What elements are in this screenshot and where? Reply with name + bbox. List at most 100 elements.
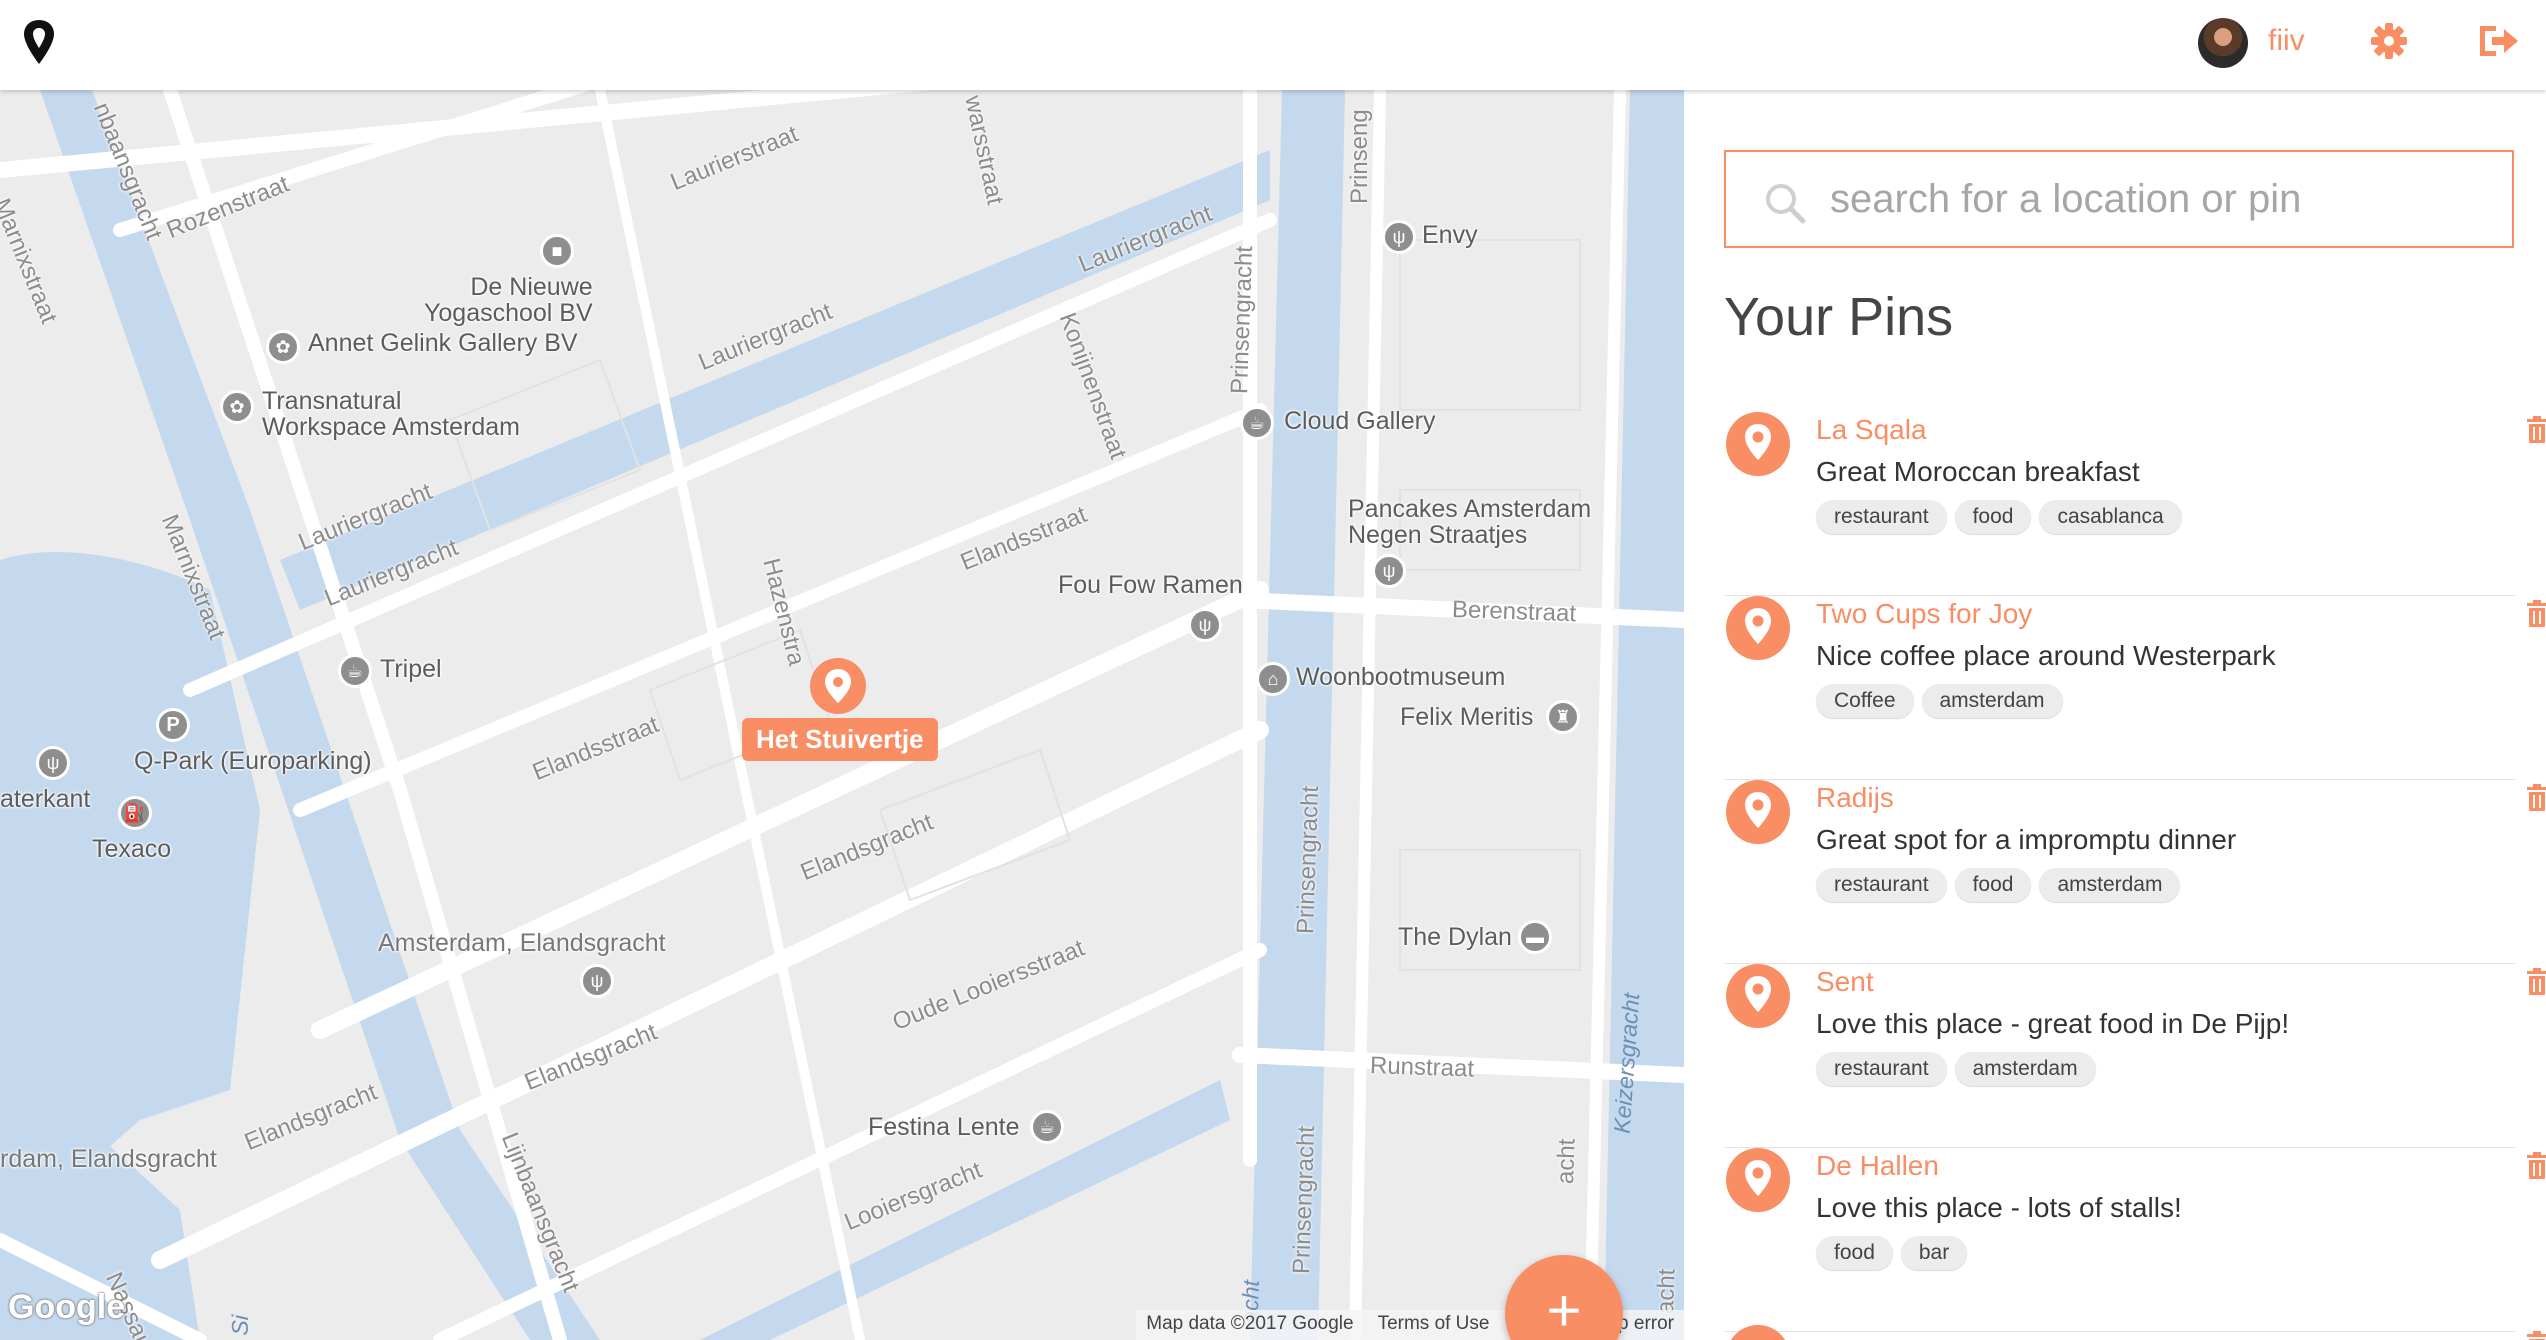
trash-icon[interactable] [2526,968,2546,996]
poi-label[interactable]: Transnatural Workspace Amsterdam [262,388,520,441]
gear-icon[interactable] [2368,20,2410,62]
street-label: Berenstraat [1451,596,1577,628]
pin-glyph-icon [1745,976,1771,1012]
map-pin-icon[interactable] [1726,964,1790,1028]
pin-description: Great spot for a impromptu dinner [1816,824,2237,855]
poi-label[interactable]: rdam, Elandsgracht [0,1146,217,1173]
pin-list-item[interactable]: De Hallen Love this place - lots of stall… [1724,1148,2546,1332]
pin-list-item[interactable]: Sent Love this place - great food in De P… [1724,964,2546,1148]
fuel-icon[interactable]: ⛽ [118,796,152,830]
poi-label[interactable]: Tripel [380,656,442,683]
pin-description: Great Moroccan breakfast [1816,456,2140,487]
pin-glyph-icon [1745,1160,1771,1196]
map-data-credit: Map data ©2017 Google [1146,1313,1354,1334]
poi-label[interactable]: Cloud Gallery [1284,408,1435,435]
landmark-icon[interactable]: ♜ [1546,700,1580,734]
poi-label[interactable]: The Dylan [1398,924,1512,951]
poi-label[interactable]: Amsterdam, Elandsgracht [378,930,666,957]
pin-list-item[interactable]: Radijs Great spot for a impromptu dinner r… [1724,780,2546,964]
google-logo: Google [8,1288,126,1326]
search-icon [1766,184,1806,224]
app-header: fiiv [0,0,2546,90]
restaurant-icon[interactable]: ψ [36,746,70,780]
pin-glyph-icon [1745,424,1771,460]
pin-title-link[interactable]: De Hallen [1816,1150,1939,1182]
pin-list-item[interactable]: Two Cups for Joy Nice coffee place around… [1724,596,2546,780]
square-icon[interactable]: ■ [540,234,574,268]
poi-label[interactable]: Pancakes Amsterdam Negen Straatjes [1348,496,1591,549]
pin-title-link[interactable]: La Sqala [1816,414,1927,446]
trash-icon[interactable] [2526,784,2546,812]
tag-chip[interactable]: casablanca [2039,500,2182,534]
selected-pin-label[interactable]: Het Stuivertje [742,718,938,761]
pins-heading: Your Pins [1724,287,1954,347]
list-item-partial[interactable] [1724,1325,2546,1340]
trash-icon[interactable] [2526,1331,2546,1340]
poi-label[interactable]: Texaco [92,836,171,863]
trash-icon[interactable] [2526,416,2546,444]
poi-label[interactable]: Annet Gelink Gallery BV [308,330,578,357]
pin-title-link[interactable]: Sent [1816,966,1874,998]
map-pin-icon[interactable] [1726,412,1790,476]
selected-pin-marker[interactable] [810,658,866,714]
tag-chip[interactable]: Coffee [1816,684,1914,718]
terms-link[interactable]: Terms of Use [1378,1313,1490,1340]
tag-chip[interactable]: restaurant [1816,868,1947,902]
poi-label[interactable]: Woonbootmuseum [1296,664,1505,691]
pin-tags: restaurant food amsterdam [1816,868,2181,902]
museum-icon[interactable]: ⌂ [1256,662,1290,696]
street-label: acht [1652,1268,1681,1315]
map-pin-icon[interactable] [1726,596,1790,660]
tag-chip[interactable]: restaurant [1816,1052,1947,1086]
hotel-icon[interactable]: ▬ [1518,920,1552,954]
user-avatar[interactable] [2198,18,2248,68]
tag-chip[interactable]: amsterdam [2039,868,2181,902]
street-label: acht [1552,1138,1581,1185]
pin-glyph-icon [1745,608,1771,644]
tag-chip[interactable]: food [1954,500,2032,534]
pin-title-link[interactable]: Two Cups for Joy [1816,598,2032,630]
trash-icon[interactable] [2526,600,2546,628]
poi-label[interactable]: De Nieuwe Yogaschool BV [424,274,593,327]
tag-chip[interactable]: amsterdam [1921,684,2063,718]
street-label: Prinseng [1346,109,1373,204]
map-pin-logo-icon[interactable] [22,18,56,66]
poi-label[interactable]: aterkant [0,786,90,813]
tag-chip[interactable]: amsterdam [1954,1052,2096,1086]
map-pin-icon[interactable] [1726,780,1790,844]
poi-label[interactable]: Fou Fow Ramen [1058,572,1243,599]
search-input[interactable] [1830,166,2490,232]
restaurant-icon[interactable]: ψ [1372,554,1406,588]
search-box[interactable] [1724,150,2514,248]
poi-label[interactable]: Q-Park (Europarking) [134,748,372,775]
parking-icon[interactable]: P [156,708,190,742]
trash-icon[interactable] [2526,1152,2546,1180]
street-label: Prinsengracht [1226,245,1259,395]
tag-chip[interactable]: bar [1900,1236,1968,1270]
map-pin-icon [825,669,851,703]
palette-icon[interactable]: ✿ [220,390,254,424]
pin-list-item[interactable]: La Sqala Great Moroccan breakfast restaura… [1724,412,2546,596]
cafe-icon[interactable]: ☕ [338,654,372,688]
restaurant-icon[interactable]: ψ [1188,608,1222,642]
map-pin-icon [1726,1325,1790,1340]
username-link[interactable]: fiiv [2268,24,2305,58]
restaurant-icon[interactable]: ψ [580,964,614,998]
cafe-icon[interactable]: ☕ [1030,1110,1064,1144]
poi-label[interactable]: Festina Lente [868,1114,1020,1141]
pin-title-link[interactable]: Radijs [1816,782,1894,814]
cafe-icon[interactable]: ☕ [1240,406,1274,440]
palette-icon[interactable]: ✿ [266,330,300,364]
tag-chip[interactable]: food [1954,868,2032,902]
poi-label[interactable]: Felix Meritis [1400,704,1533,731]
logout-icon[interactable] [2476,20,2520,62]
map-pin-icon[interactable] [1726,1148,1790,1212]
tag-chip[interactable]: restaurant [1816,500,1947,534]
pin-tags: food bar [1816,1236,1968,1270]
restaurant-icon[interactable]: ψ [1382,220,1416,254]
poi-label[interactable]: Envy [1422,222,1478,249]
map-view[interactable]: Rozenstraat nbaansgracht Laurierstraat w… [0,90,1684,1340]
tag-chip[interactable]: food [1816,1236,1893,1270]
pin-description: Nice coffee place around Westerpark [1816,640,2276,671]
canal-label: Si [226,1314,254,1336]
